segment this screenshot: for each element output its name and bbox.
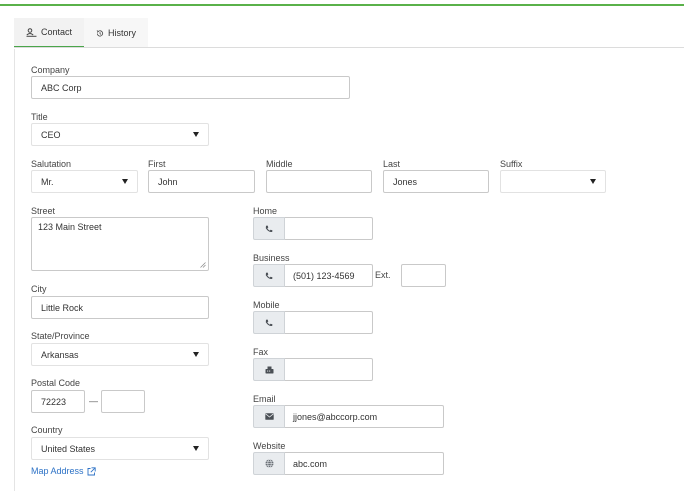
business-phone-input[interactable]: (501) 123-4569: [285, 264, 373, 287]
tab-history[interactable]: History: [84, 18, 148, 48]
website-input[interactable]: abc.com: [285, 452, 444, 475]
city-input[interactable]: Little Rock: [31, 296, 209, 319]
tab-contact[interactable]: Contact: [14, 18, 84, 48]
salutation-label: Salutation: [31, 159, 72, 169]
postal-code-separator: —: [89, 396, 98, 406]
external-link-icon: [87, 466, 96, 475]
country-select-value: United States: [41, 443, 96, 454]
top-accent-bar: [0, 4, 684, 6]
home-phone-addon: [253, 217, 285, 240]
phone-icon: [265, 225, 273, 232]
first-name-input[interactable]: John: [148, 170, 255, 193]
title-select[interactable]: CEO: [31, 123, 209, 146]
state-select-value: Arkansas: [41, 349, 79, 360]
globe-icon: [265, 459, 273, 468]
state-select[interactable]: Arkansas: [31, 343, 209, 366]
middle-name-input[interactable]: [266, 170, 372, 193]
title-label: Title: [31, 112, 48, 122]
middle-name-label: Middle: [266, 159, 293, 169]
history-icon: [96, 29, 104, 36]
fax-input[interactable]: [285, 358, 373, 381]
tab-bar: Contact History: [14, 18, 148, 48]
suffix-select[interactable]: [500, 170, 606, 193]
chevron-down-icon: [122, 179, 128, 184]
fax-addon: [253, 358, 285, 381]
contact-card-icon: [26, 27, 37, 37]
chevron-down-icon: [193, 352, 199, 357]
company-label: Company: [31, 65, 70, 75]
home-phone-label: Home: [253, 206, 278, 216]
postal-code-label: Postal Code: [31, 378, 81, 388]
tab-history-label: History: [107, 28, 136, 38]
website-label: Website: [253, 441, 286, 451]
last-name-input[interactable]: Jones: [383, 170, 489, 193]
envelope-icon: [264, 413, 274, 420]
chevron-down-icon: [193, 446, 199, 451]
chevron-down-icon: [193, 132, 199, 137]
first-name-label: First: [148, 159, 166, 169]
map-address-link-label: Map Address: [31, 466, 84, 476]
fax-icon: [265, 366, 273, 373]
country-label: Country: [31, 425, 63, 435]
salutation-select-value: Mr.: [41, 176, 54, 187]
suffix-label: Suffix: [500, 159, 523, 169]
company-input[interactable]: ABC Corp: [31, 76, 350, 99]
website-addon: [253, 452, 285, 475]
state-label: State/Province: [31, 331, 90, 341]
map-address-link[interactable]: Map Address: [31, 466, 96, 476]
phone-icon: [265, 272, 273, 279]
tab-divider: [14, 47, 684, 48]
mobile-phone-label: Mobile: [253, 300, 280, 310]
salutation-select[interactable]: Mr.: [31, 170, 138, 193]
title-select-value: CEO: [41, 129, 61, 140]
resize-grip-icon[interactable]: [200, 262, 206, 268]
email-input[interactable]: jjones@abccorp.com: [285, 405, 444, 428]
mobile-phone-addon: [253, 311, 285, 334]
home-phone-input[interactable]: [285, 217, 373, 240]
street-label: Street: [31, 206, 56, 216]
street-textarea-value: 123 Main Street: [38, 222, 102, 232]
postal-code-ext-input[interactable]: [101, 390, 145, 413]
business-ext-input[interactable]: [401, 264, 446, 287]
email-addon: [253, 405, 285, 428]
mobile-phone-input[interactable]: [285, 311, 373, 334]
postal-code-input[interactable]: 72223: [31, 390, 85, 413]
chevron-down-icon: [590, 179, 596, 184]
business-ext-label: Ext.: [375, 270, 391, 280]
business-phone-addon: [253, 264, 285, 287]
fax-label: Fax: [253, 347, 269, 357]
business-phone-label: Business: [253, 253, 290, 263]
tab-contact-label: Contact: [40, 27, 72, 37]
phone-icon: [265, 319, 273, 326]
last-name-label: Last: [383, 159, 401, 169]
street-textarea[interactable]: 123 Main Street: [31, 217, 209, 271]
country-select[interactable]: United States: [31, 437, 209, 460]
email-label: Email: [253, 394, 276, 404]
city-label: City: [31, 284, 47, 294]
